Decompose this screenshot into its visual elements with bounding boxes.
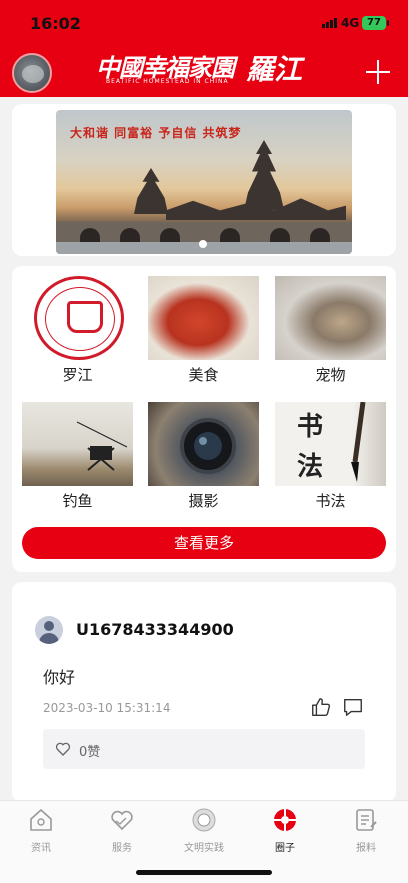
- pagoda-small-shape: [134, 168, 168, 214]
- fishing-chair-icon: [76, 421, 128, 471]
- battery-icon: 77: [362, 16, 389, 30]
- tab-service[interactable]: 服务: [87, 807, 157, 854]
- bridge-arch: [310, 228, 330, 242]
- category-photography[interactable]: 摄影: [148, 402, 259, 514]
- app-header: 16:02 4G 77 中國幸福家園 BEATIFIC HOMESTEAD IN…: [0, 0, 408, 97]
- bridge-arch: [220, 228, 240, 242]
- civilization-icon: [192, 808, 216, 832]
- category-food[interactable]: 美食: [148, 276, 259, 388]
- bridge-arch: [270, 228, 290, 242]
- logo-sub-text: BEATIFIC HOMESTEAD IN CHINA: [106, 78, 229, 85]
- house-icon: [67, 301, 103, 333]
- tab-report[interactable]: 报料: [331, 807, 401, 854]
- category-fishing[interactable]: 钓鱼: [22, 402, 133, 514]
- tab-label: 服务: [112, 843, 132, 854]
- comment-icon[interactable]: [342, 696, 364, 718]
- seal-icon: [34, 276, 124, 360]
- post-username[interactable]: U1678433344900: [76, 620, 234, 639]
- tab-label: 文明实践: [184, 843, 224, 854]
- category-calligraphy[interactable]: 书 法 书法: [275, 402, 386, 514]
- bridge-shape: [56, 222, 352, 242]
- status-bar: 16:02 4G 77: [0, 10, 408, 36]
- category-grid: 罗江 美食 宠物 钓鱼 摄影 书 法 书法 查看更多: [12, 266, 396, 572]
- carousel-indicator[interactable]: [199, 240, 207, 248]
- tab-news[interactable]: 资讯: [6, 807, 76, 854]
- lens-icon: [180, 418, 236, 474]
- bridge-arch: [160, 228, 180, 242]
- view-more-button[interactable]: 查看更多: [22, 527, 386, 559]
- post-content: 你好: [43, 668, 76, 687]
- network-type: 4G: [341, 16, 360, 30]
- app-logo: 中國幸福家園 BEATIFIC HOMESTEAD IN CHINA 羅江: [96, 48, 316, 88]
- heart-icon: [55, 742, 71, 756]
- luojiang-logo-image: [22, 276, 133, 360]
- category-label: 罗江: [62, 366, 93, 384]
- pagoda-shape: [244, 140, 284, 210]
- bridge-arch: [80, 228, 100, 242]
- bridge-arch: [120, 228, 140, 242]
- post-date: 2023-03-10 15:31:14: [43, 701, 171, 715]
- home-indicator[interactable]: [136, 870, 272, 875]
- banner-slogan: 大和谐 同富裕 予自信 共筑梦: [70, 126, 242, 140]
- circle-icon: [274, 809, 296, 831]
- post-card: U1678433344900 你好 2023-03-10 15:31:14 0赞: [12, 582, 396, 802]
- category-label: 钓鱼: [62, 492, 93, 510]
- likes-count: 0赞: [79, 745, 101, 760]
- hotpot-image: [148, 276, 259, 360]
- tab-label: 圈子: [275, 843, 295, 854]
- tab-circle[interactable]: 圈子: [250, 807, 320, 854]
- camera-lens-image: [148, 402, 259, 486]
- category-label: 摄影: [188, 492, 219, 510]
- likes-summary: 0赞: [43, 729, 365, 769]
- banner-card: 大和谐 同富裕 予自信 共筑梦: [12, 104, 396, 256]
- post-avatar[interactable]: [35, 616, 63, 644]
- tab-civilization[interactable]: 文明实践: [169, 807, 239, 854]
- calligraphy-image: 书 法: [275, 402, 386, 486]
- category-luojiang[interactable]: 罗江: [22, 276, 133, 388]
- user-avatar[interactable]: [12, 53, 52, 93]
- category-label: 书法: [315, 492, 346, 510]
- category-pets[interactable]: 宠物: [275, 276, 386, 388]
- plus-icon[interactable]: [366, 60, 390, 84]
- signal-icon: [322, 18, 337, 28]
- service-icon: [111, 810, 133, 831]
- banner-image[interactable]: 大和谐 同富裕 予自信 共筑梦: [56, 110, 352, 254]
- thumbs-up-icon[interactable]: [310, 696, 332, 718]
- cat-image: [275, 276, 386, 360]
- report-icon: [356, 809, 377, 831]
- tab-label: 报料: [356, 843, 376, 854]
- tab-label: 资讯: [31, 843, 51, 854]
- category-label: 美食: [188, 366, 219, 384]
- brush-icon: [351, 402, 366, 482]
- fishing-image: [22, 402, 133, 486]
- status-time: 16:02: [30, 14, 81, 33]
- home-icon: [30, 809, 52, 831]
- category-label: 宠物: [315, 366, 346, 384]
- logo-city-text: 羅江: [246, 53, 303, 86]
